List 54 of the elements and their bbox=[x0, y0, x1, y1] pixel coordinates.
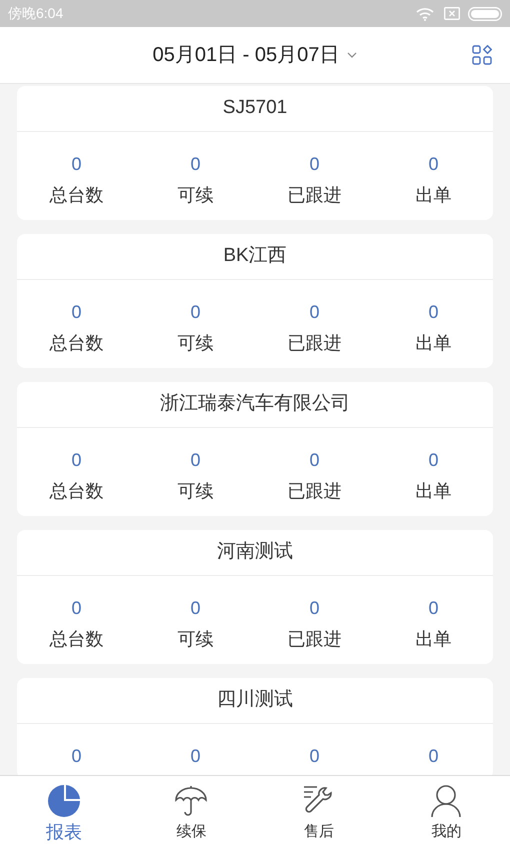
stat-label: 出单 bbox=[416, 628, 452, 651]
stat-label: 出单 bbox=[416, 184, 452, 207]
stat-value: 0 bbox=[190, 449, 200, 472]
stat-value: 0 bbox=[309, 153, 320, 176]
stat-label: 可续 bbox=[178, 332, 214, 355]
stat-value: 0 bbox=[309, 449, 320, 472]
stat-label: 总台数 bbox=[50, 628, 104, 651]
stat-value: 0 bbox=[309, 597, 320, 620]
stat-label: 总台数 bbox=[50, 480, 104, 503]
umbrella-icon[interactable] bbox=[174, 784, 208, 818]
stat-label: 出单 bbox=[416, 332, 452, 355]
stat-value: 0 bbox=[190, 745, 200, 768]
chevron-down-icon[interactable] bbox=[347, 52, 358, 58]
stat-label: 可续 bbox=[178, 184, 214, 207]
stat-value: 0 bbox=[71, 597, 82, 620]
stat-value: 0 bbox=[190, 153, 200, 176]
stat-value: 0 bbox=[428, 449, 438, 472]
stat-label: 可续 bbox=[178, 628, 214, 651]
stat-value: 0 bbox=[190, 597, 200, 620]
stat-label: 可续 bbox=[178, 480, 214, 503]
stat-label: 已跟进 bbox=[288, 480, 342, 503]
card-title: BK江西 bbox=[223, 244, 287, 268]
stat-label: 总台数 bbox=[50, 184, 104, 207]
stat-value: 0 bbox=[428, 597, 438, 620]
stat-value: 0 bbox=[428, 153, 438, 176]
person-icon[interactable] bbox=[429, 784, 464, 818]
pie-chart-icon[interactable] bbox=[46, 784, 81, 818]
card-title: 四川测试 bbox=[217, 688, 293, 712]
grid-icon[interactable] bbox=[472, 45, 492, 65]
tab-label[interactable]: 续保 bbox=[176, 819, 206, 845]
card-title: 河南测试 bbox=[217, 540, 293, 564]
stat-value: 0 bbox=[71, 301, 82, 324]
wifi-icon bbox=[416, 6, 434, 20]
sim-card-icon bbox=[444, 7, 460, 20]
stat-value: 0 bbox=[309, 301, 320, 324]
card-title: SJ5701 bbox=[222, 96, 288, 120]
tab-label[interactable]: 我的 bbox=[431, 819, 462, 845]
tab-label[interactable]: 售后 bbox=[304, 819, 334, 845]
stat-label: 出单 bbox=[416, 480, 452, 503]
stat-value: 0 bbox=[190, 301, 200, 324]
stat-label: 已跟进 bbox=[288, 628, 342, 651]
stat-value: 0 bbox=[71, 449, 82, 472]
date-range[interactable]: 05月01日 - 05月07日 bbox=[152, 40, 340, 70]
tab-label[interactable]: 报表 bbox=[46, 819, 82, 845]
stat-label: 已跟进 bbox=[288, 332, 342, 355]
stat-value: 0 bbox=[71, 153, 82, 176]
stat-value: 0 bbox=[71, 745, 82, 768]
stat-value: 0 bbox=[428, 301, 438, 324]
card-title: 浙江瑞泰汽车有限公司 bbox=[160, 392, 350, 416]
battery-icon bbox=[468, 6, 502, 20]
stat-label: 已跟进 bbox=[288, 184, 342, 207]
stat-label: 总台数 bbox=[50, 332, 104, 355]
stat-value: 0 bbox=[428, 745, 438, 768]
stat-value: 0 bbox=[309, 745, 320, 768]
